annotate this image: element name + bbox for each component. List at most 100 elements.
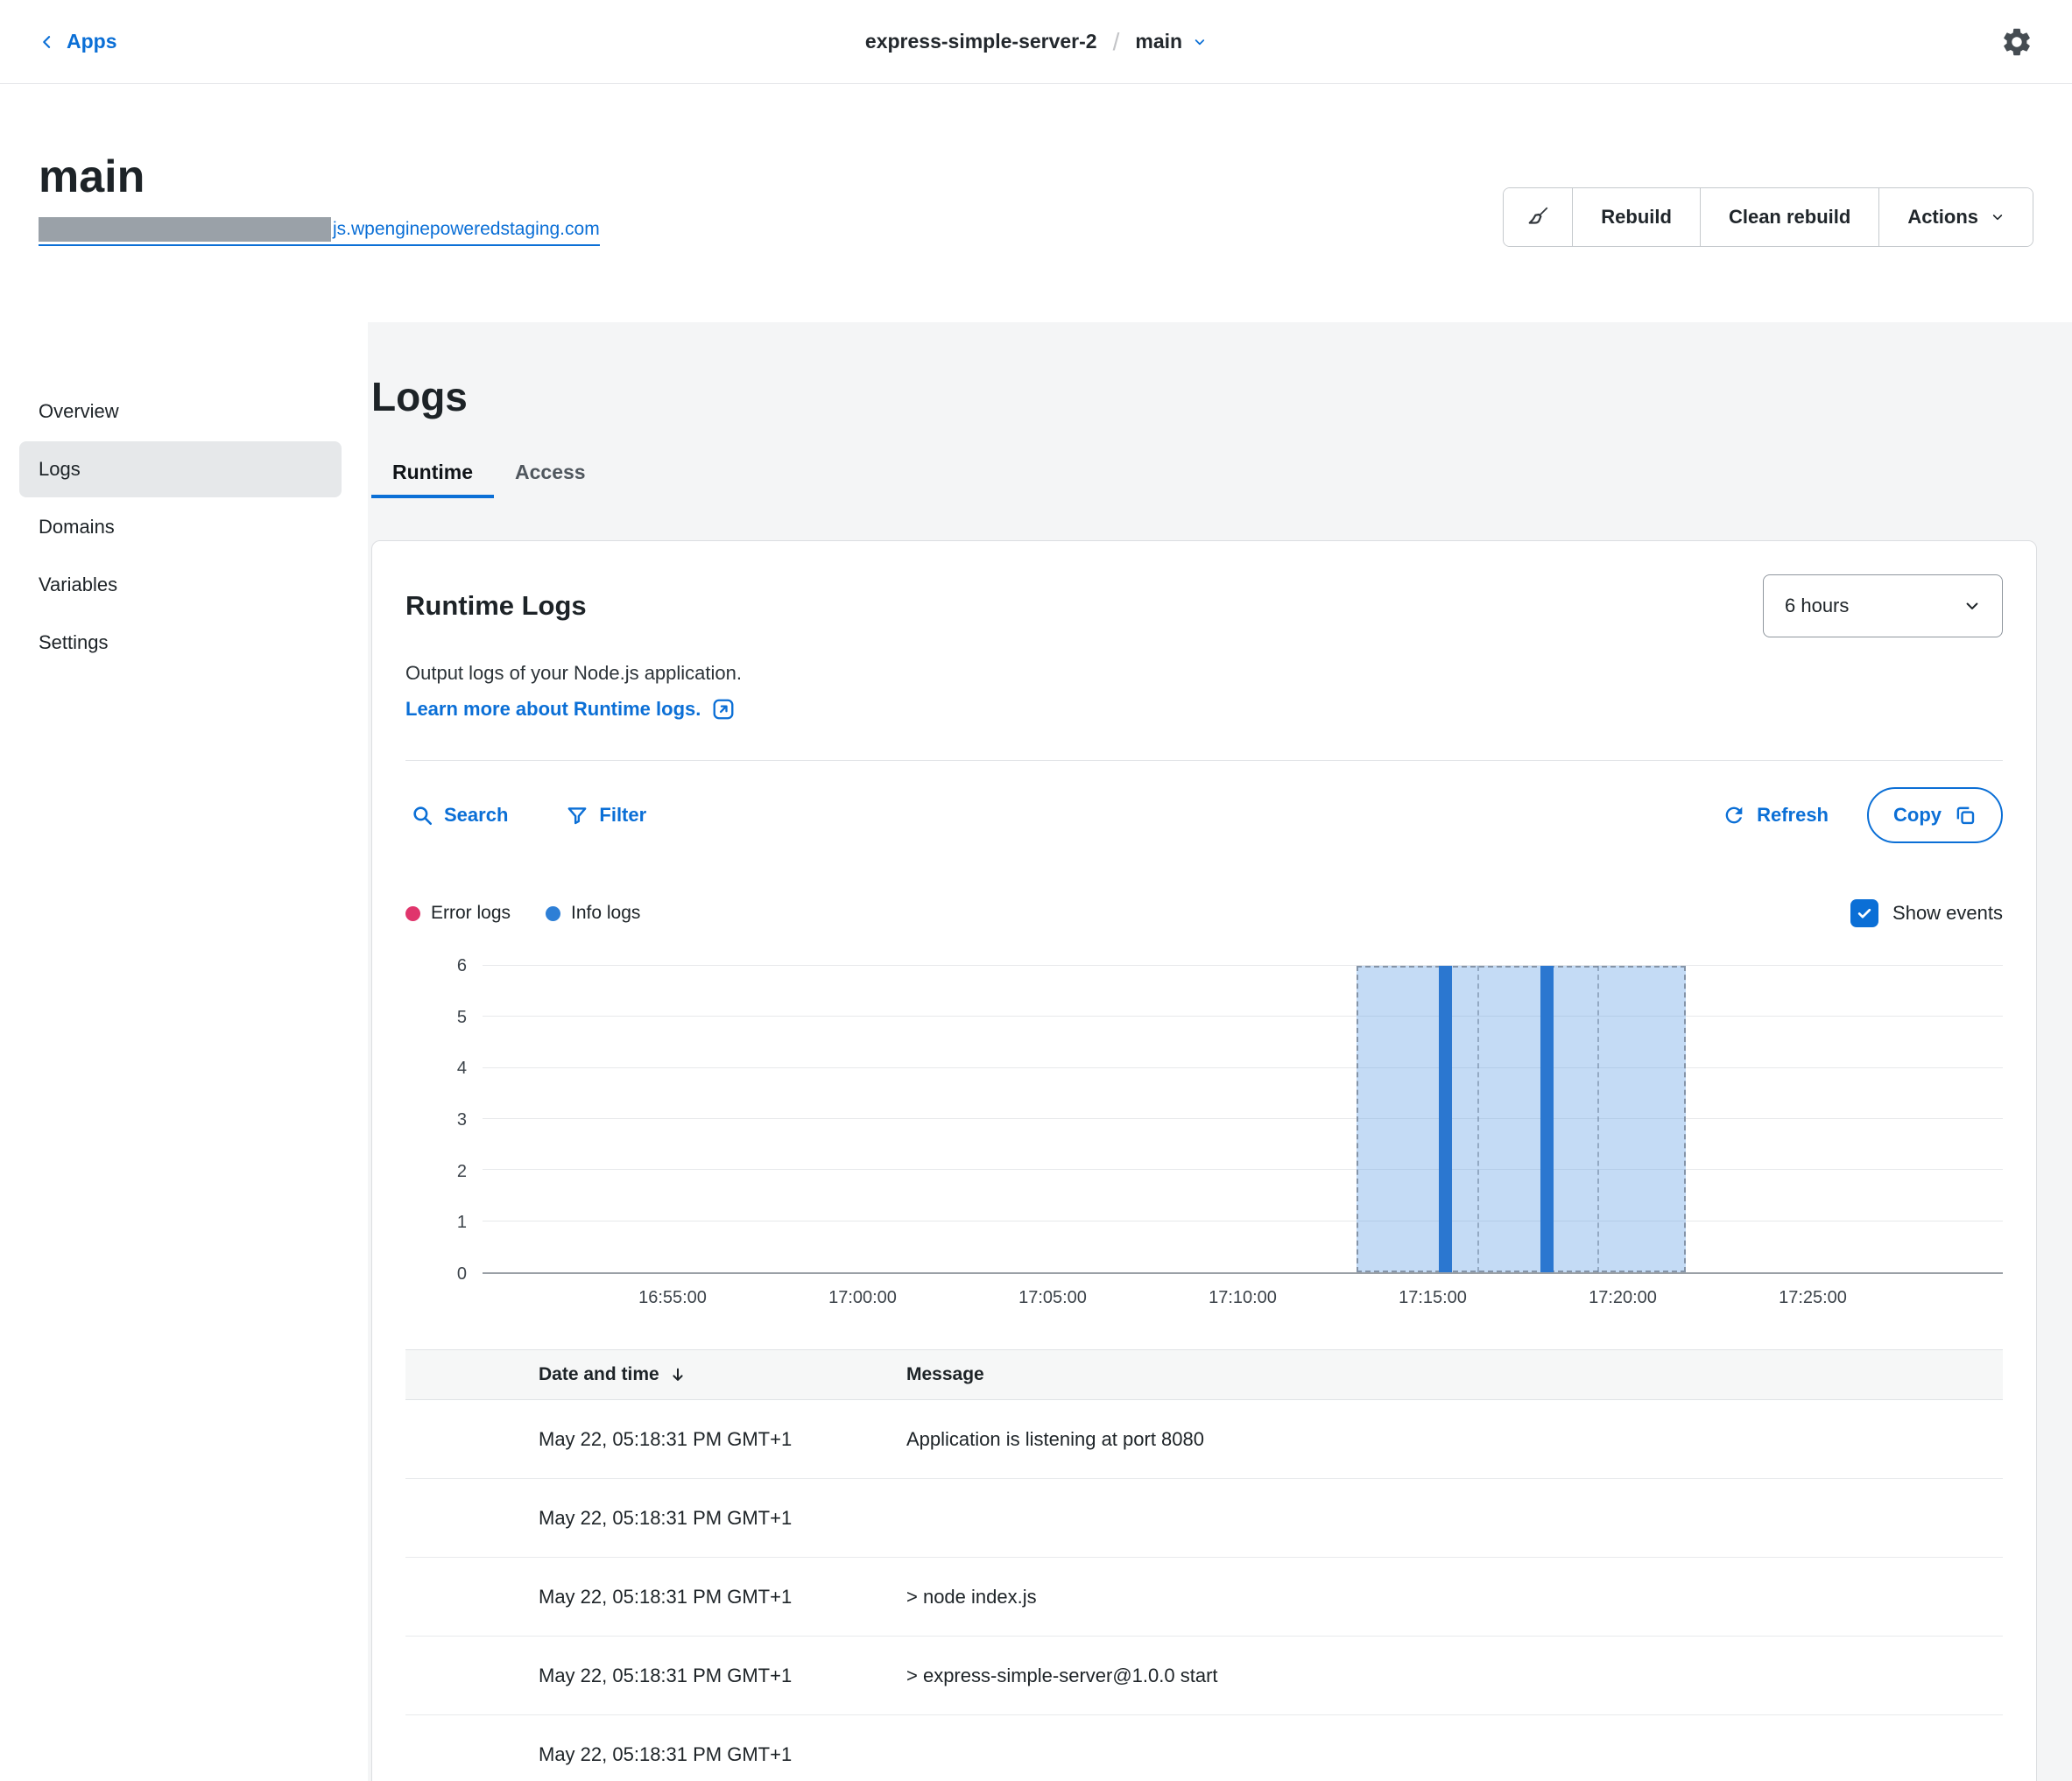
- rebuild-button[interactable]: Rebuild: [1572, 188, 1700, 246]
- sidebar: OverviewLogsDomainsVariablesSettings: [0, 322, 368, 1781]
- show-events-control: Show events: [1850, 899, 2003, 927]
- log-time: May 22, 05:18:31 PM GMT+1: [539, 1428, 906, 1451]
- tabs: RuntimeAccess: [371, 447, 2037, 498]
- log-time: May 22, 05:18:31 PM GMT+1: [539, 1586, 906, 1609]
- sidebar-item-settings[interactable]: Settings: [19, 615, 342, 671]
- search-button[interactable]: Search: [405, 803, 513, 827]
- card-header: Runtime Logs 6 hours: [405, 574, 2003, 637]
- log-row[interactable]: May 22, 05:18:31 PM GMT+1> node index.js: [405, 1558, 2003, 1637]
- legend-dot: [405, 906, 420, 921]
- time-range-value: 6 hours: [1785, 595, 1849, 617]
- section-title: Logs: [371, 373, 2037, 420]
- page-header: main js.wpenginepoweredstaging.com Rebui…: [0, 84, 2072, 322]
- legend-row: Error logs Info logs Show events: [405, 899, 2003, 927]
- legend-item: Error logs: [405, 903, 511, 924]
- x-axis-label: 16:55:00: [638, 1288, 707, 1308]
- sidebar-item-domains[interactable]: Domains: [19, 499, 342, 555]
- actions-label: Actions: [1907, 206, 1978, 229]
- sort-down-icon: [668, 1365, 687, 1384]
- main-panel: Logs RuntimeAccess Runtime Logs 6 hours …: [368, 322, 2072, 1781]
- rebuild-label: Rebuild: [1601, 206, 1672, 229]
- col-datetime-header[interactable]: Date and time: [539, 1364, 906, 1385]
- copy-label: Copy: [1893, 804, 1942, 827]
- legend-item: Info logs: [546, 903, 640, 924]
- log-bar[interactable]: [1540, 966, 1554, 1272]
- y-axis-label: 2: [457, 1161, 467, 1182]
- log-time: May 22, 05:18:31 PM GMT+1: [539, 1743, 906, 1766]
- log-table-body: May 22, 05:18:31 PM GMT+1Application is …: [405, 1400, 2003, 1781]
- time-range-select[interactable]: 6 hours: [1763, 574, 2003, 637]
- x-axis-label: 17:05:00: [1018, 1288, 1087, 1308]
- environment-dropdown[interactable]: main: [1135, 30, 1207, 53]
- divider: [405, 760, 2003, 761]
- sidebar-item-overview[interactable]: Overview: [19, 384, 342, 440]
- sidebar-item-variables[interactable]: Variables: [19, 557, 342, 613]
- gridline: [483, 1016, 2003, 1017]
- gridline: [483, 1118, 2003, 1119]
- copy-button[interactable]: Copy: [1867, 787, 2003, 843]
- topbar: Apps express-simple-server-2 / main: [0, 0, 2072, 84]
- breadcrumb-app[interactable]: express-simple-server-2: [865, 30, 1097, 53]
- event-boundary: [1597, 966, 1599, 1272]
- log-message: > express-simple-server@1.0.0 start: [906, 1665, 2003, 1687]
- runtime-logs-card: Runtime Logs 6 hours Output logs of your…: [371, 540, 2037, 1781]
- back-label: Apps: [67, 30, 117, 53]
- back-to-apps-link[interactable]: Apps: [39, 30, 117, 53]
- gridline: [483, 965, 2003, 966]
- log-row[interactable]: May 22, 05:18:31 PM GMT+1: [405, 1715, 2003, 1781]
- breadcrumb-env: main: [1135, 30, 1182, 53]
- filter-icon: [566, 804, 588, 827]
- refresh-label: Refresh: [1757, 804, 1829, 827]
- log-row[interactable]: May 22, 05:18:31 PM GMT+1> express-simpl…: [405, 1637, 2003, 1715]
- actions-dropdown-button[interactable]: Actions: [1878, 188, 2033, 246]
- environment-url-text: js.wpenginepoweredstaging.com: [333, 219, 600, 240]
- x-axis-label: 17:25:00: [1779, 1288, 1847, 1308]
- logs-toolbar: Search Filter Refresh: [405, 787, 2003, 843]
- x-axis-label: 17:15:00: [1399, 1288, 1467, 1308]
- clean-rebuild-button[interactable]: Clean rebuild: [1700, 188, 1878, 246]
- gridline: [483, 1169, 2003, 1170]
- check-icon: [1856, 905, 1873, 922]
- chart-ylabels: 0123456: [405, 966, 483, 1274]
- log-time: May 22, 05:18:31 PM GMT+1: [539, 1665, 906, 1687]
- log-table: Date and time Message May 22, 05:18:31 P…: [405, 1349, 2003, 1781]
- chart-xlabels: 16:55:00 17:00:00 17:05:00 17:10:00 17:15:00…: [483, 1274, 2003, 1316]
- refresh-button[interactable]: Refresh: [1716, 802, 1834, 828]
- chevron-left-icon: [39, 33, 56, 51]
- log-bar[interactable]: [1439, 966, 1452, 1272]
- toolbar-right: Refresh Copy: [1716, 787, 2003, 843]
- show-events-checkbox[interactable]: [1850, 899, 1878, 927]
- filter-button[interactable]: Filter: [560, 803, 652, 827]
- legend-label: Error logs: [431, 903, 511, 924]
- event-boundary: [1477, 966, 1479, 1272]
- settings-gear-button[interactable]: [2000, 25, 2033, 59]
- copy-icon: [1954, 804, 1977, 827]
- log-row[interactable]: May 22, 05:18:31 PM GMT+1Application is …: [405, 1400, 2003, 1479]
- tab-access[interactable]: Access: [494, 447, 607, 498]
- tab-runtime[interactable]: Runtime: [371, 447, 494, 498]
- show-events-label: Show events: [1892, 902, 2003, 925]
- log-table-header: Date and time Message: [405, 1349, 2003, 1400]
- breadcrumb: express-simple-server-2 / main: [865, 28, 1207, 56]
- chart-legend: Error logs Info logs: [405, 903, 640, 924]
- broom-button[interactable]: [1504, 188, 1572, 246]
- external-link-icon: [711, 697, 736, 722]
- y-axis-label: 1: [457, 1212, 467, 1233]
- sidebar-item-logs[interactable]: Logs: [19, 441, 342, 497]
- content-area: OverviewLogsDomainsVariablesSettings Log…: [0, 322, 2072, 1781]
- search-icon: [411, 804, 433, 827]
- log-message: Application is listening at port 8080: [906, 1428, 2003, 1451]
- x-axis-label: 17:00:00: [828, 1288, 897, 1308]
- log-row[interactable]: May 22, 05:18:31 PM GMT+1: [405, 1479, 2003, 1558]
- filter-label: Filter: [599, 804, 646, 827]
- environment-url-link[interactable]: js.wpenginepoweredstaging.com: [39, 217, 600, 246]
- legend-dot: [546, 906, 560, 921]
- chart-plot-column: 16:55:00 17:00:00 17:05:00 17:10:00 17:15:00…: [483, 966, 2003, 1316]
- learn-more-link[interactable]: Learn more about Runtime logs.: [405, 697, 736, 722]
- action-button-group: Rebuild Clean rebuild Actions: [1503, 187, 2033, 247]
- x-axis-label: 17:10:00: [1209, 1288, 1277, 1308]
- y-axis-label: 6: [457, 955, 467, 976]
- events-region[interactable]: [1357, 966, 1686, 1272]
- redaction-overlay: [39, 217, 331, 242]
- log-message: > node index.js: [906, 1586, 2003, 1609]
